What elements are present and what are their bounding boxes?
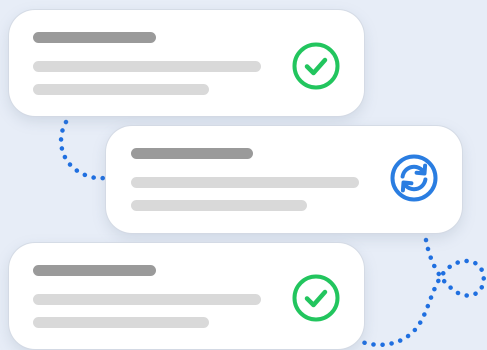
card-text-placeholder [33, 61, 261, 72]
task-card [9, 243, 364, 349]
card-text-placeholder [33, 294, 261, 305]
card-text-placeholder [33, 84, 209, 95]
task-card [106, 126, 462, 233]
task-card [9, 10, 364, 116]
sync-icon [389, 153, 439, 203]
card-text-placeholder [131, 200, 307, 211]
check-circle-icon [291, 273, 341, 323]
connector-path-top [58, 119, 107, 181]
card-text-placeholder [131, 177, 359, 188]
card-title-placeholder [33, 265, 156, 276]
card-title-placeholder [33, 32, 156, 43]
connector-path-bottom [359, 237, 486, 347]
process-illustration [0, 0, 487, 350]
card-title-placeholder [131, 148, 253, 159]
card-text-placeholder [33, 317, 209, 328]
check-circle-icon [291, 41, 341, 91]
